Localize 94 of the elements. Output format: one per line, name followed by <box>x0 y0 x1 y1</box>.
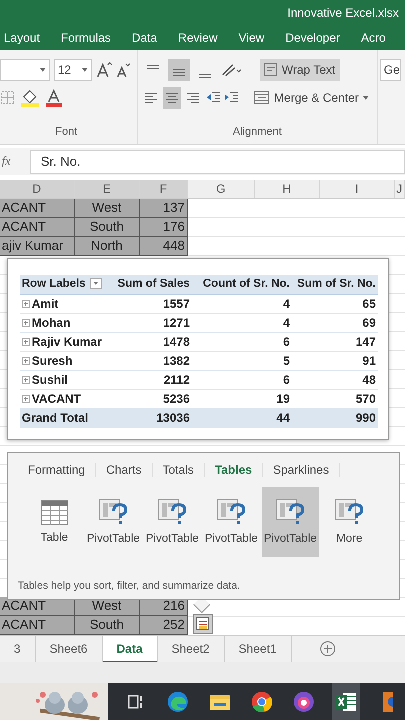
column-header[interactable]: J <box>395 180 405 198</box>
quick-analysis-option[interactable]: PivotTable <box>203 487 260 557</box>
sheet-tab[interactable]: Data <box>102 636 158 662</box>
spreadsheet-app-icon[interactable] <box>335 692 357 712</box>
column-header: Sum of Sr. No. <box>292 275 378 295</box>
panel-description: Tables help you sort, filter, and summarize data. <box>18 580 242 592</box>
ribbon-tab[interactable]: Developer <box>286 30 340 44</box>
ribbon-tab[interactable]: Layout <box>4 30 40 44</box>
number-format-field[interactable]: Ge <box>380 59 401 81</box>
table-cell: ACANT <box>0 616 75 635</box>
column-header[interactable]: I <box>320 180 395 198</box>
expand-icon <box>22 395 30 403</box>
ribbon-tab[interactable]: Formulas <box>61 30 112 44</box>
pivot-table-question-icon <box>334 499 364 527</box>
pivot-table-question-icon <box>98 499 128 527</box>
expand-icon <box>22 357 30 365</box>
function-label: fx <box>2 154 12 169</box>
formula-field[interactable]: Sr. No. <box>30 150 405 174</box>
table-cell: South <box>75 616 140 635</box>
column-header: Sum of Sales <box>108 275 192 295</box>
increase-indent-icon[interactable] <box>224 91 238 105</box>
expand-icon <box>22 338 30 346</box>
column-header[interactable]: E <box>75 180 140 198</box>
font-name-field[interactable] <box>0 59 50 81</box>
add-sheet-icon[interactable] <box>320 641 336 657</box>
merge-cells-icon <box>254 91 270 105</box>
table-cell: 990 <box>292 409 378 428</box>
column-header[interactable]: G <box>188 180 255 198</box>
quick-analysis-option[interactable]: PivotTable <box>144 487 201 557</box>
table-cell: ajiv Kumar <box>0 237 75 256</box>
quick-analysis-option[interactable]: PivotTable <box>85 487 142 557</box>
dropdown-icon <box>40 68 46 72</box>
orientation-icon[interactable] <box>220 62 242 78</box>
row-label: Grand Total <box>20 409 108 428</box>
quick-analysis-icon <box>196 617 210 631</box>
task-view-icon <box>128 694 144 710</box>
filter-dropdown-icon <box>90 278 102 290</box>
quick-analysis-option[interactable]: More <box>321 487 378 557</box>
table-cell: ACANT <box>0 199 75 218</box>
dropdown-icon <box>362 96 369 100</box>
column-header[interactable]: H <box>255 180 320 198</box>
table-cell: 252 <box>140 616 188 635</box>
app-icon <box>293 690 315 712</box>
column-header: Count of Sr. No. <box>192 275 292 295</box>
table-cell: North <box>75 237 140 256</box>
font-color-icon[interactable] <box>44 89 64 107</box>
group-label: Font <box>54 126 78 138</box>
wrap-text-button[interactable]: Wrap Text <box>260 59 340 81</box>
folder-icon <box>209 692 231 710</box>
table-cell: 448 <box>140 237 188 256</box>
column-header: Row Labels <box>20 275 108 295</box>
table-cell: West <box>75 199 140 218</box>
align-middle-icon[interactable] <box>168 59 190 81</box>
pivot-table-question-icon <box>216 499 246 527</box>
table-cell: ACANT <box>0 218 75 237</box>
panel-tab[interactable]: Tables <box>205 463 264 477</box>
quick-analysis-option[interactable]: PivotTable <box>262 487 319 557</box>
expand-icon <box>22 319 30 327</box>
app-icon <box>383 690 393 712</box>
ribbon-tab[interactable]: Acro <box>361 30 386 44</box>
column-header[interactable]: F <box>140 180 188 198</box>
pivot-table-question-icon <box>158 499 188 527</box>
quick-analysis-button[interactable] <box>193 614 213 634</box>
panel-tab[interactable]: Formatting <box>18 463 96 477</box>
table-icon <box>40 500 68 526</box>
browser-icon <box>251 690 273 712</box>
ribbon-tab[interactable]: View <box>238 30 265 44</box>
decrease-indent-icon[interactable] <box>206 91 220 105</box>
column-header[interactable]: D <box>0 180 75 198</box>
table-cell: 176 <box>140 218 188 237</box>
fill-color-icon[interactable] <box>20 89 40 107</box>
align-center-icon[interactable] <box>163 87 181 109</box>
pivot-table-question-icon <box>276 499 306 527</box>
grow-font-icon[interactable] <box>96 62 112 78</box>
panel-tab[interactable]: Charts <box>96 463 153 477</box>
expand-icon <box>22 300 30 308</box>
table-cell: 44 <box>192 409 292 428</box>
table-cell: South <box>75 218 140 237</box>
ribbon-tab[interactable]: Review <box>178 30 218 44</box>
panel-tab[interactable]: Sparklines <box>263 463 340 477</box>
shrink-font-icon[interactable] <box>116 62 130 78</box>
ribbon-tab[interactable]: Data <box>132 30 158 44</box>
panel-tab[interactable]: Totals <box>152 463 206 477</box>
window-title: Innovative Excel.xlsx <box>288 6 399 20</box>
expand-icon <box>22 376 30 384</box>
browser-icon <box>167 690 189 712</box>
merge-center-button[interactable]: Merge & Center <box>250 87 373 109</box>
wrap-text-icon <box>264 63 278 77</box>
table-cell: 137 <box>140 199 188 218</box>
dropdown-icon <box>82 68 88 72</box>
group-label: Alignment <box>232 126 283 138</box>
font-size-field[interactable]: 12 <box>54 59 92 81</box>
quick-analysis-option[interactable]: Table <box>26 487 83 557</box>
table-cell: 13036 <box>108 409 192 428</box>
